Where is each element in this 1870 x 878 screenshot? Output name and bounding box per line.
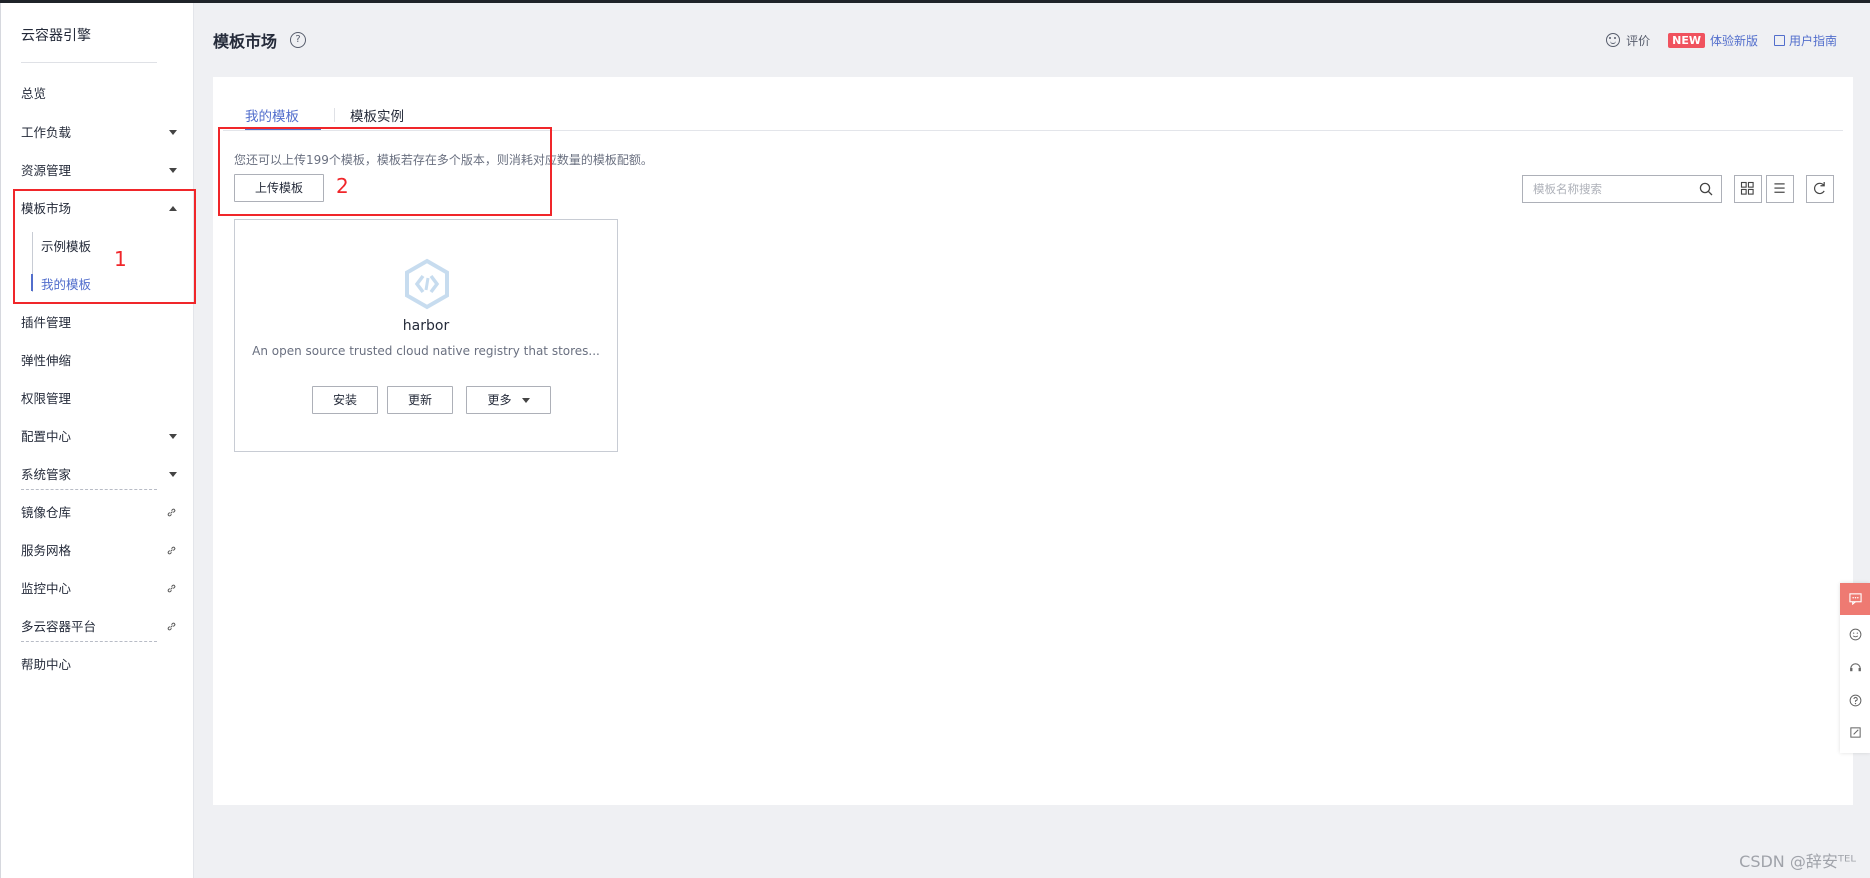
- app-title: 云容器引擎: [21, 28, 91, 44]
- divider: [21, 62, 157, 63]
- sidebar-item-label: 镜像仓库: [21, 505, 72, 520]
- sidebar-item-permissions[interactable]: 权限管理: [21, 388, 187, 410]
- sidebar-item-label: 帮助中心: [21, 657, 72, 672]
- list-icon: [1774, 183, 1785, 193]
- headset-icon[interactable]: [1849, 661, 1862, 674]
- feedback-button[interactable]: [1840, 583, 1870, 615]
- sidebar-item-service-mesh[interactable]: 服务网格: [21, 540, 187, 562]
- more-label: 更多: [487, 393, 512, 407]
- annotation-box-2: [218, 127, 552, 216]
- sidebar-item-label: 服务网格: [21, 543, 72, 558]
- sidebar: 云容器引擎 总览 工作负载 资源管理 模板市场 示例模板 我的模板 插件管理 弹…: [0, 3, 194, 878]
- smile-icon[interactable]: [1606, 33, 1621, 47]
- template-description: An open source trusted cloud native regi…: [252, 344, 600, 358]
- sidebar-item-label: 系统管家: [21, 467, 72, 482]
- sidebar-item-label: 监控中心: [21, 581, 72, 596]
- edit-icon: [1773, 34, 1785, 46]
- sidebar-item-config-center[interactable]: 配置中心: [21, 426, 187, 448]
- tab-my-templates[interactable]: 我的模板: [245, 105, 299, 125]
- annotation-number-1: 1: [114, 247, 127, 271]
- refresh-button[interactable]: [1806, 175, 1834, 203]
- template-name: harbor: [402, 318, 450, 334]
- list-view-button[interactable]: [1766, 175, 1794, 203]
- user-guide-link[interactable]: 用户指南: [1789, 32, 1837, 49]
- chat-icon: [1849, 593, 1862, 605]
- divider: [334, 108, 335, 122]
- sidebar-item-label: 工作负载: [21, 125, 72, 140]
- sidebar-item-label: 多云容器平台: [21, 619, 97, 634]
- template-logo-icon: [405, 258, 449, 310]
- sidebar-item-label: 弹性伸缩: [21, 353, 72, 368]
- chevron-down-icon: [169, 472, 177, 477]
- chevron-down-icon: [169, 168, 177, 173]
- search-box: [1522, 175, 1722, 203]
- annotation-number-2: 2: [336, 174, 349, 198]
- floating-toolbar: [1840, 583, 1870, 753]
- chevron-down-icon: [169, 130, 177, 135]
- update-button[interactable]: 更新: [387, 386, 453, 414]
- sidebar-item-resources[interactable]: 资源管理: [21, 160, 187, 182]
- watermark: CSDN @辞安ᵀᴱᴸ: [1739, 852, 1856, 871]
- sidebar-item-autoscaling[interactable]: 弹性伸缩: [21, 350, 187, 372]
- link-icon: [167, 622, 176, 631]
- sidebar-item-label: 配置中心: [21, 429, 72, 444]
- rate-link[interactable]: 评价: [1626, 32, 1650, 49]
- chevron-down-icon: [521, 398, 530, 403]
- sidebar-item-addons[interactable]: 插件管理: [21, 312, 187, 334]
- smile-icon[interactable]: [1849, 628, 1862, 641]
- sidebar-item-help-center[interactable]: 帮助中心: [21, 654, 187, 676]
- question-icon[interactable]: [1849, 694, 1862, 707]
- more-dropdown[interactable]: 更多: [466, 386, 551, 414]
- page-title: 模板市场: [213, 32, 278, 51]
- grid-icon: [1740, 181, 1754, 195]
- sidebar-item-multicloud[interactable]: 多云容器平台: [21, 616, 187, 638]
- grid-view-button[interactable]: [1734, 175, 1762, 203]
- chevron-down-icon: [169, 434, 177, 439]
- template-card[interactable]: harbor An open source trusted cloud nati…: [234, 219, 618, 452]
- link-icon: [167, 508, 176, 517]
- sidebar-item-label: 资源管理: [21, 163, 72, 178]
- sidebar-item-image-repo[interactable]: 镜像仓库: [21, 502, 187, 524]
- search-icon[interactable]: [1699, 182, 1713, 196]
- tab-template-instances[interactable]: 模板实例: [350, 105, 404, 125]
- sidebar-item-label: 权限管理: [21, 391, 72, 406]
- link-icon: [167, 546, 176, 555]
- tab-bar: 我的模板 模板实例: [223, 77, 1843, 131]
- header-actions: 评价 NEW 体验新版 用户指南: [1606, 30, 1837, 50]
- sidebar-item-label: 插件管理: [21, 315, 72, 330]
- annotation-box-1: [13, 189, 196, 304]
- refresh-icon: [1813, 182, 1825, 195]
- divider: [21, 641, 157, 642]
- sidebar-item-workloads[interactable]: 工作负载: [21, 122, 187, 144]
- window-top-bar: [0, 0, 1870, 3]
- sidebar-item-overview[interactable]: 总览: [21, 83, 187, 105]
- new-version-link[interactable]: 体验新版: [1710, 32, 1758, 49]
- install-button[interactable]: 安装: [312, 386, 378, 414]
- help-icon[interactable]: ?: [290, 32, 306, 48]
- sidebar-item-monitoring[interactable]: 监控中心: [21, 578, 187, 600]
- search-input[interactable]: [1523, 176, 1693, 202]
- edit-note-icon[interactable]: [1849, 726, 1862, 739]
- new-badge: NEW: [1668, 32, 1705, 48]
- sidebar-item-label: 总览: [21, 86, 47, 101]
- sidebar-item-system-manager[interactable]: 系统管家: [21, 464, 187, 486]
- divider: [21, 489, 157, 490]
- link-icon: [167, 584, 176, 593]
